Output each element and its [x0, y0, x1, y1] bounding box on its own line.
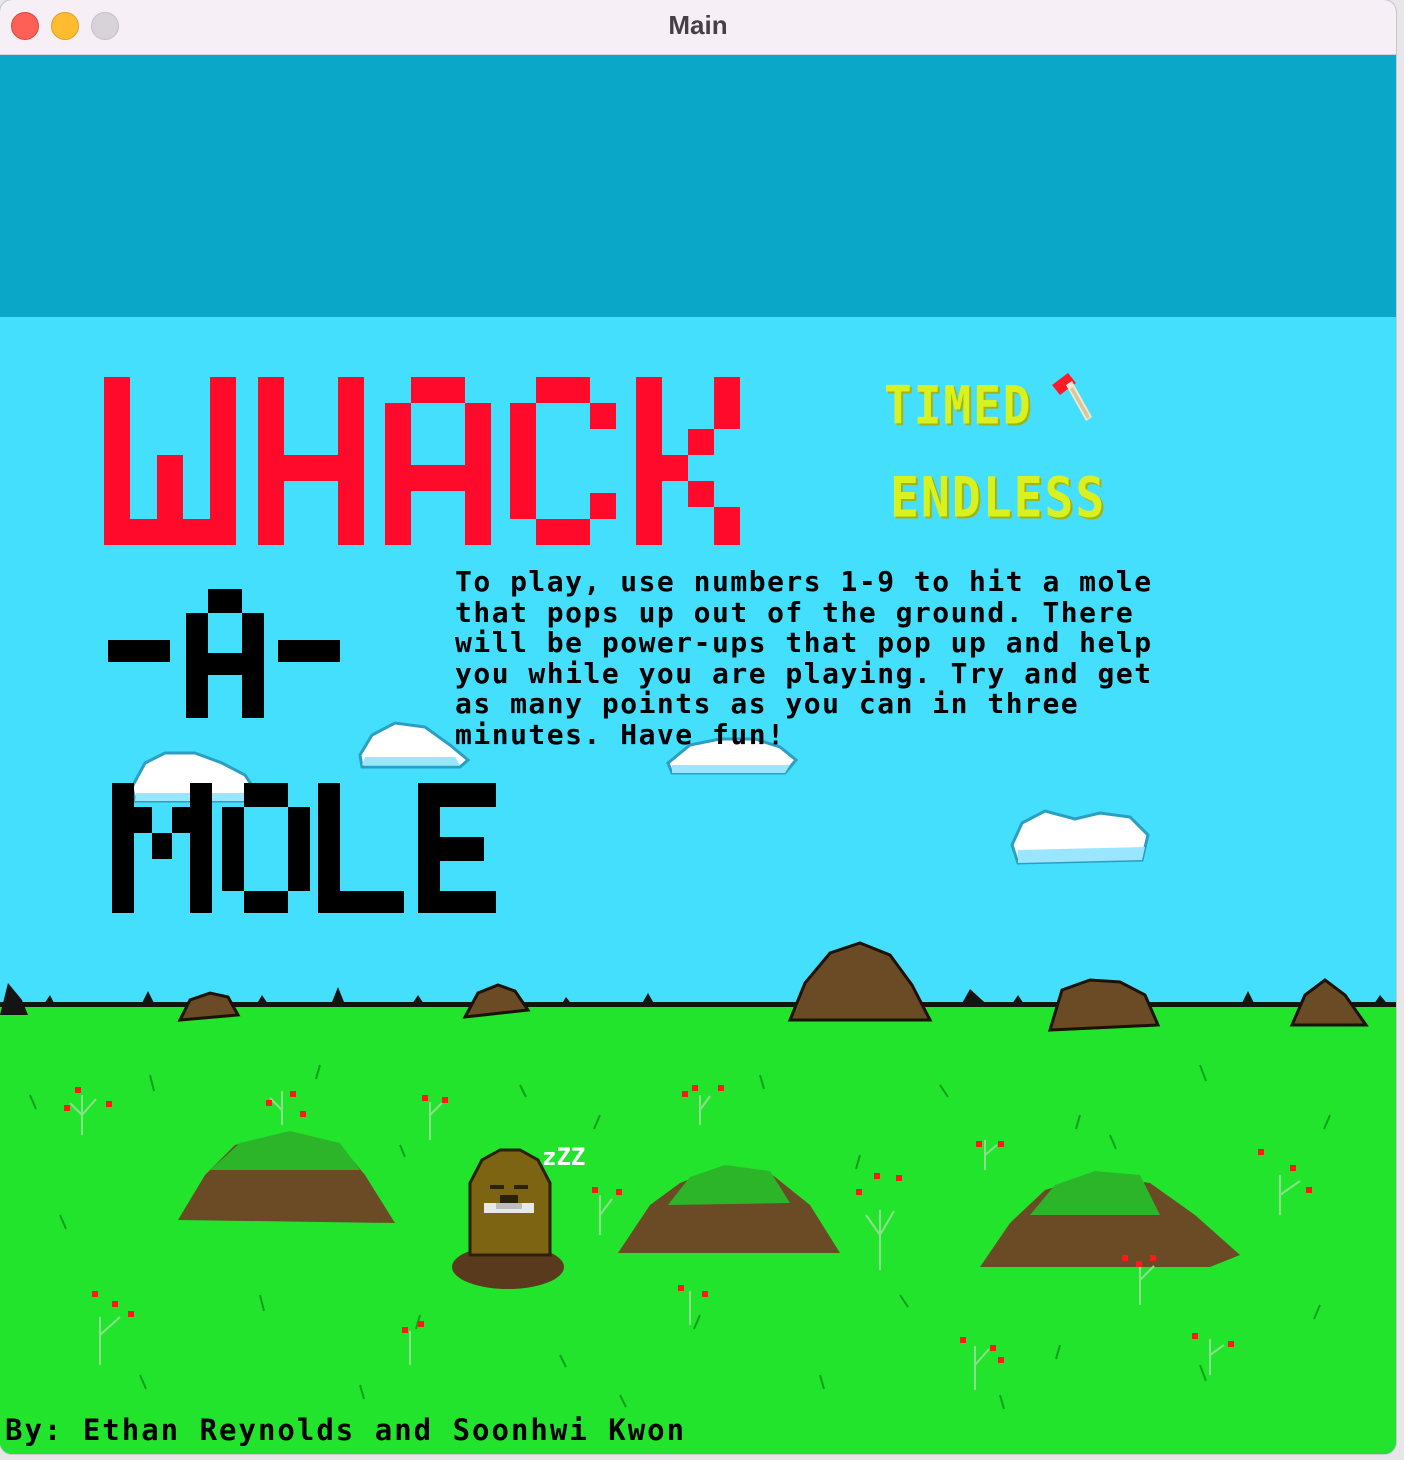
instructions-line: that pops up out of the ground. There [455, 595, 1135, 629]
title-word-a [108, 589, 340, 718]
title-bar: Main [0, 0, 1396, 55]
distant-mounds [177, 941, 1369, 1032]
instructions-text: To play, use numbers 1-9 to hit a mole t… [455, 565, 1385, 751]
timed-mode-button[interactable]: TIMED [884, 374, 1032, 436]
mole-hole[interactable] [980, 1171, 1240, 1267]
hammer-icon [1052, 373, 1092, 421]
window-title: Main [668, 10, 728, 40]
app-window: Main zZZ TIMED ENDLESS To play, use numb… [0, 0, 1396, 1454]
instructions-line: To play, use numbers 1-9 to hit a mole [455, 565, 1153, 598]
instructions-line: you while you are playing. Try and get [455, 656, 1153, 690]
mole-hole[interactable] [618, 1165, 840, 1253]
sleep-text: zZZ [542, 1143, 585, 1171]
game-canvas[interactable]: zZZ TIMED ENDLESS To play, use numbers 1… [0, 55, 1396, 1454]
credits-text: By: Ethan Reynolds and Soonhwi Kwon [5, 1413, 687, 1447]
instructions-line: as many points as you can in three [455, 687, 1080, 720]
endless-mode-button[interactable]: ENDLESS [890, 466, 1106, 530]
cloud [358, 721, 471, 769]
instructions-line: minutes. Have fun! [455, 717, 786, 751]
cloud [1010, 809, 1150, 865]
title-word-whack [104, 377, 740, 545]
instructions-line: will be power-ups that pop up and help [455, 626, 1153, 659]
scene-art: zZZ [0, 377, 1396, 1410]
mole-hole[interactable] [178, 1131, 395, 1223]
